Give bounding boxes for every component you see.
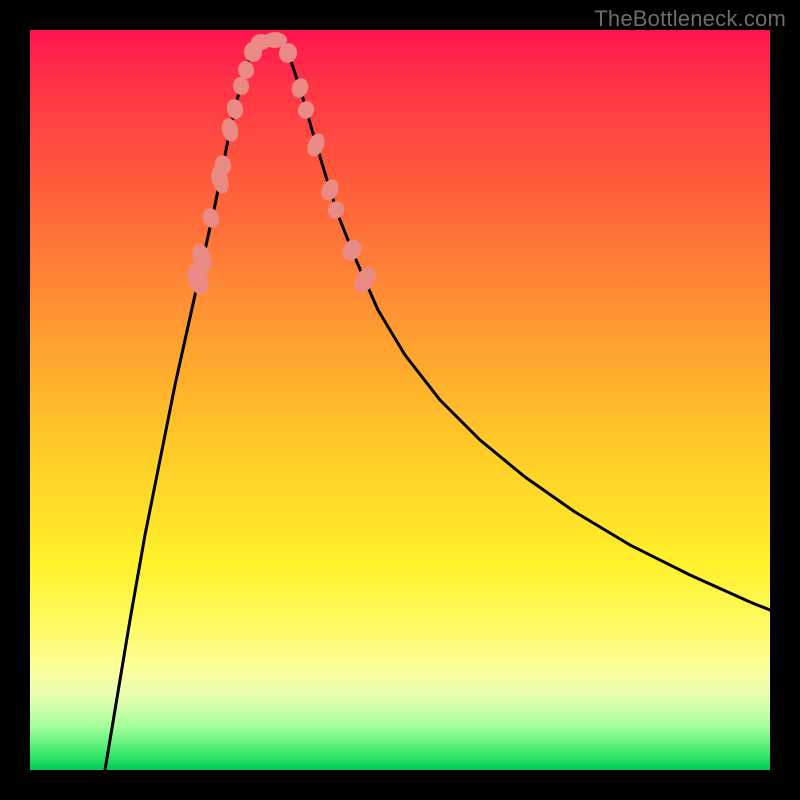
marker-group: [184, 32, 381, 297]
curve-group: [105, 40, 770, 770]
bottleneck-curve-chart: [30, 30, 770, 770]
marker-point: [325, 198, 347, 221]
marker-point: [289, 76, 310, 100]
marker-point: [350, 263, 380, 296]
marker-point: [200, 206, 221, 230]
marker-point: [295, 99, 316, 121]
watermark-text: TheBottleneck.com: [594, 6, 786, 32]
marker-point: [304, 131, 328, 159]
marker-point: [219, 116, 240, 143]
marker-point: [225, 97, 245, 120]
marker-point: [318, 177, 342, 204]
curve-path: [105, 40, 770, 770]
marker-point: [339, 236, 366, 264]
